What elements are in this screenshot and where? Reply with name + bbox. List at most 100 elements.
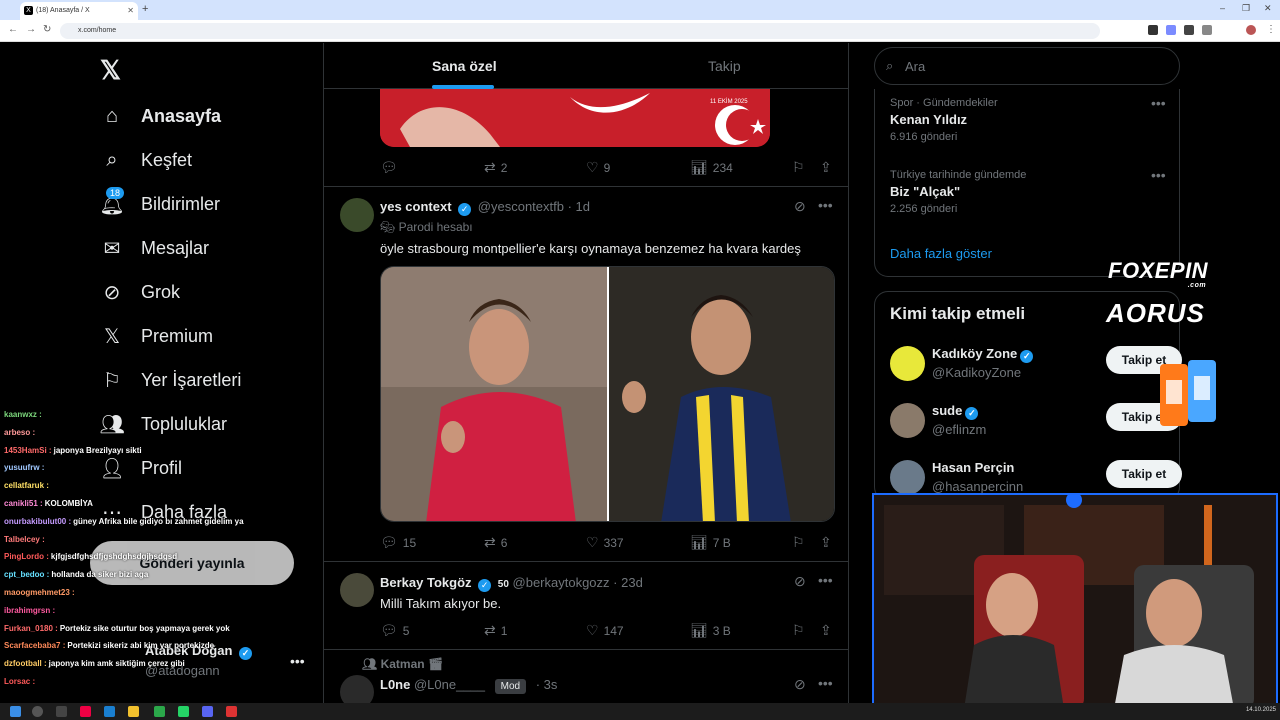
extension-icon[interactable] [1184,25,1194,35]
grok-icon[interactable]: ⊘ [794,198,806,215]
follow-suggestion[interactable]: Hasan Perçin @hasanpercinn Takip et [890,458,1182,498]
app-icon[interactable] [226,706,237,717]
repost-count: 2 [500,160,508,175]
follow-suggestion[interactable]: sude ✓ @eflinzm Takip et [890,401,1182,441]
bookmark-button[interactable]: ⚐ [792,534,810,551]
app-icon[interactable] [104,706,115,717]
author-name[interactable]: L0ne [380,677,410,692]
avatar[interactable] [340,573,374,607]
more-icon[interactable]: ••• [818,197,833,213]
views-button[interactable]: 📊︎ 3 B [690,622,731,639]
share-button[interactable]: ⇪ [820,534,837,551]
search-input[interactable]: ⌕ Ara [874,47,1180,85]
repost-button[interactable]: ⇄ 2 [484,159,507,176]
reply-icon: 💬︎ [380,622,398,638]
reply-button[interactable]: 💬︎ 5 [380,622,409,639]
show-more-link[interactable]: Daha fazla göster [890,246,992,261]
back-icon[interactable]: ← [8,24,18,35]
follow-suggestion[interactable]: Kadıköy Zone ✓ @KadikoyZone Takip et [890,344,1182,384]
post-media-image[interactable] [380,266,835,522]
restore-icon[interactable]: ❐ [1242,3,1250,14]
avatar[interactable] [1246,25,1256,35]
aorus-logo: AORUS [1106,298,1205,328]
minimize-icon[interactable]: – [1220,3,1225,13]
windows-start-icon[interactable] [10,706,21,717]
url-text: x.com/home [78,27,117,34]
like-button[interactable]: ♡ 9 [586,159,610,176]
chrome-icon[interactable] [154,706,165,717]
avatar[interactable] [340,198,374,232]
parody-label-text: Parodi hesabı [398,220,473,234]
reply-button[interactable]: 💬︎ 15 [380,534,416,551]
share-icon: ⇪ [820,159,832,175]
address-bar[interactable]: x.com/home [60,23,1100,39]
nav-grok[interactable]: ⊘ Grok [100,272,180,312]
post-time[interactable]: · 1d [568,199,590,214]
share-button[interactable]: ⇪ [820,622,837,639]
trend-item[interactable]: Spor · Gündemdekiler Kenan Yıldız 6.916 … [890,97,998,143]
new-tab-button[interactable]: + [142,3,148,15]
browser-tab[interactable]: X (18) Anasayfa / X ✕ [20,2,138,20]
avatar[interactable] [890,403,925,438]
view-count: 3 B [712,623,731,638]
nav-home[interactable]: ⌂ Anasayfa [100,96,221,136]
avatar[interactable] [340,675,374,703]
more-icon[interactable]: ••• [1151,95,1166,111]
energy-drink-cans [1160,360,1216,426]
more-icon[interactable]: ••• [290,653,305,669]
discord-icon[interactable] [202,706,213,717]
follow-button[interactable]: Takip et [1106,460,1182,488]
more-icon[interactable]: ••• [818,675,833,691]
chat-message: canikli51 : KOLOMBİYA [4,499,93,508]
author-name[interactable]: yes context [380,199,452,214]
reply-button[interactable]: 💬︎ [380,159,403,176]
author-name[interactable]: Berkay Tokgöz [380,575,472,590]
nav-premium[interactable]: 𝕏 Premium [100,316,213,356]
like-button[interactable]: ♡ 337 [586,534,624,551]
close-window-icon[interactable]: ✕ [1264,3,1272,14]
share-button[interactable]: ⇪ [820,159,837,176]
like-button[interactable]: ♡ 147 [586,622,624,639]
author-handle[interactable]: @L0ne____ [414,677,485,692]
author-handle[interactable]: @berkaytokgozz [513,575,610,590]
extension-icon[interactable] [1148,25,1158,35]
x-logo-icon[interactable]: 𝕏 [100,55,121,86]
chart-icon: 📊︎ [690,159,708,175]
menu-icon[interactable]: ⋮ [1266,24,1276,35]
tab-following[interactable]: Takip [708,58,741,74]
nav-messages[interactable]: ✉ Mesajlar [100,228,209,268]
post-time[interactable]: · 23d [613,575,643,590]
community-name[interactable]: Katman [381,657,425,671]
extension-icon[interactable] [1202,25,1212,35]
bookmark-button[interactable]: ⚐ [792,622,810,639]
search-icon[interactable] [32,706,43,717]
views-button[interactable]: 📊︎ 7 B [690,534,731,551]
forward-icon[interactable]: → [26,24,36,35]
whatsapp-icon[interactable] [178,706,189,717]
tab-for-you[interactable]: Sana özel [432,58,497,74]
trend-item[interactable]: Türkiye tarihinde gündemde Biz "Alçak" 2… [890,169,1026,215]
app-icon[interactable] [80,706,91,717]
author-handle[interactable]: @yescontextfb [478,199,564,214]
nav-explore[interactable]: ⌕ Keşfet [100,140,192,180]
close-tab-icon[interactable]: ✕ [127,6,134,15]
nav-bookmarks[interactable]: ⚐ Yer İşaretleri [100,360,241,400]
repost-button[interactable]: ⇄ 1 [484,622,507,639]
repost-button[interactable]: ⇄ 6 [484,534,507,551]
grok-icon[interactable]: ⊘ [794,573,806,590]
more-icon[interactable]: ••• [818,572,833,588]
task-view-icon[interactable] [56,706,67,717]
bookmark-button[interactable]: ⚐ [792,159,810,176]
search-icon: ⌕ [886,58,894,73]
more-icon[interactable]: ••• [1151,167,1166,183]
grok-icon[interactable]: ⊘ [794,676,806,693]
notification-count-badge: 18 [106,187,125,199]
views-button[interactable]: 📊︎ 234 [690,159,733,176]
reload-icon[interactable]: ↻ [43,24,51,35]
post-media-image[interactable]: 11 EKİM 2025 [380,89,770,147]
avatar[interactable] [890,460,925,495]
extension-icon[interactable] [1166,25,1176,35]
folder-icon[interactable] [128,706,139,717]
post-time[interactable]: · 3s [536,677,558,692]
avatar[interactable] [890,346,925,381]
